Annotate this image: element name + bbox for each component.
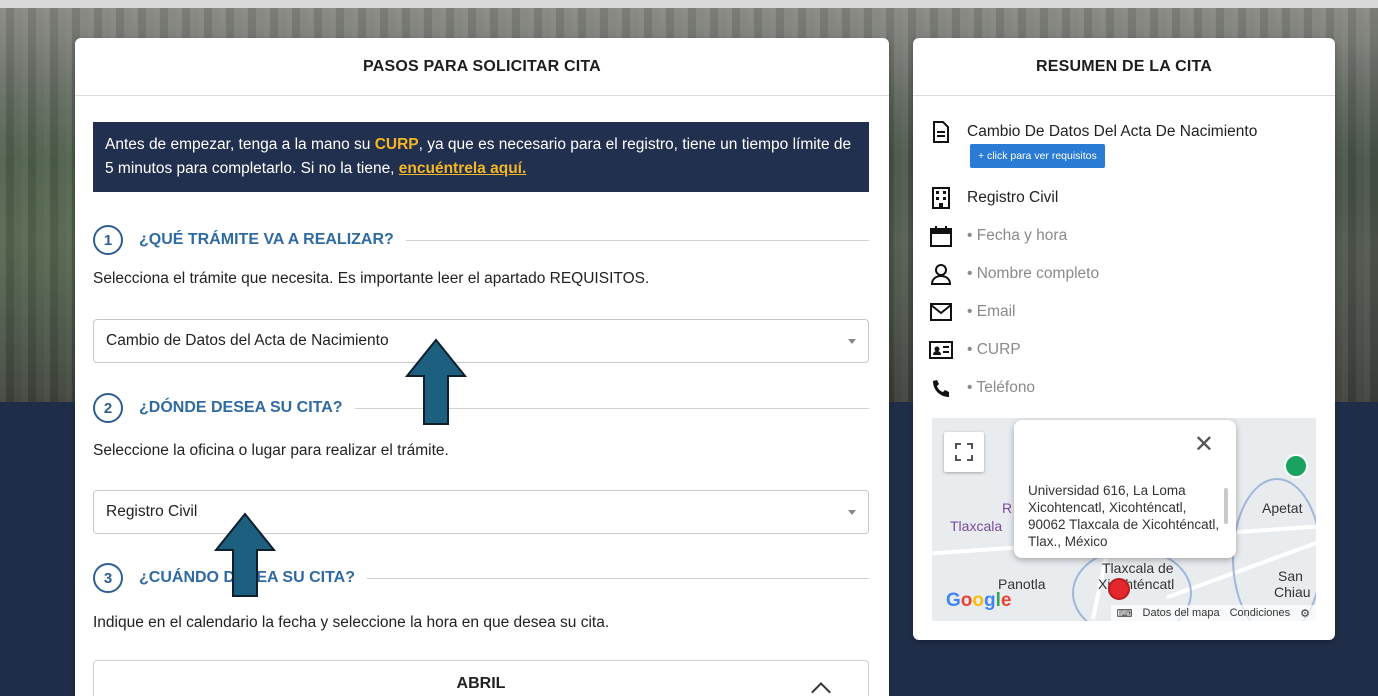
summary-office-text: Registro Civil: [967, 189, 1059, 206]
map-terms-link[interactable]: Condiciones: [1230, 607, 1291, 619]
summary-procedure: Cambio De Datos Del Acta De Nacimiento: [929, 120, 1257, 144]
envelope-icon: [929, 300, 953, 324]
calendar-header: ABRIL: [93, 660, 869, 696]
phone-icon: [929, 376, 953, 400]
map-data-link[interactable]: Datos del mapa: [1143, 607, 1220, 619]
summary-phone-text: • Teléfono: [967, 379, 1036, 396]
summary-procedure-text: Cambio De Datos Del Acta De Nacimiento: [967, 123, 1258, 140]
calendar-prev-icon[interactable]: [811, 682, 831, 696]
step-3-divider: [367, 577, 869, 579]
map-label: Tlaxcala: [950, 518, 1003, 534]
summary-card-title: RESUMEN DE LA CITA: [913, 38, 1335, 96]
notice-prefix: Antes de empezar, tenga a la mano su: [105, 136, 375, 153]
google-logo: Google: [946, 590, 1012, 611]
step-3-number: 3: [93, 563, 123, 593]
close-icon[interactable]: ✕: [1194, 433, 1214, 457]
step-2-description: Seleccione la oficina o lugar para reali…: [93, 442, 449, 459]
summary-date: • Fecha y hora: [929, 224, 1067, 248]
chevron-down-icon: [848, 509, 856, 515]
step-1-divider: [405, 239, 869, 241]
map-label: Apetat: [1262, 500, 1303, 516]
calendar-icon: [929, 224, 953, 248]
step-3-description: Indique en el calendario la fecha y sele…: [93, 614, 610, 631]
step-1-description: Selecciona el trámite que necesita. Es i…: [93, 270, 650, 287]
calendar-month: ABRIL: [456, 675, 506, 692]
summary-name: • Nombre completo: [929, 262, 1099, 286]
summary-card: RESUMEN DE LA CITA Cambio De Datos Del A…: [913, 38, 1335, 640]
map-fullscreen-button[interactable]: [944, 432, 984, 472]
map-label: San: [1278, 568, 1303, 584]
step-2-title: ¿DÓNDE DESEA SU CITA?: [139, 399, 343, 416]
summary-name-text: • Nombre completo: [967, 265, 1100, 282]
building-icon: [929, 186, 953, 210]
map-label: R: [1002, 500, 1013, 516]
chevron-down-icon: [848, 338, 856, 344]
step-2-header: 2 ¿DÓNDE DESEA SU CITA?: [93, 393, 869, 423]
summary-email-text: • Email: [967, 303, 1016, 320]
fullscreen-icon: [955, 443, 973, 461]
id-card-icon: [929, 338, 953, 362]
summary-office: Registro Civil: [929, 186, 1058, 210]
step-3-header: 3 ¿CUÁNDO DESEA SU CITA?: [93, 563, 869, 593]
summary-curp: • CURP: [929, 338, 1021, 362]
map-poi-icon[interactable]: [1284, 454, 1308, 478]
steps-card: PASOS PARA SOLICITAR CITA Antes de empez…: [75, 38, 889, 696]
keyboard-icon[interactable]: ⌨: [1117, 607, 1133, 620]
step-1-header: 1 ¿QUÉ TRÁMITE VA A REALIZAR?: [93, 225, 869, 255]
user-icon: [929, 262, 953, 286]
summary-date-text: • Fecha y hora: [967, 227, 1068, 244]
curp-notice: Antes de empezar, tenga a la mano su CUR…: [93, 122, 869, 192]
summary-email: • Email: [929, 300, 1016, 324]
steps-card-title: PASOS PARA SOLICITAR CITA: [75, 38, 889, 96]
step-1-number: 1: [93, 225, 123, 255]
annotation-arrow-up-icon: [405, 338, 467, 426]
step-2-number: 2: [93, 393, 123, 423]
office-select[interactable]: Registro Civil: [93, 490, 869, 534]
office-select-value: Registro Civil: [106, 503, 198, 520]
requirements-button[interactable]: + click para ver requisitos: [970, 144, 1105, 168]
location-map[interactable]: Tlaxcala R Apetat Panotla Tlaxcala de Xi…: [932, 418, 1316, 621]
procedure-select[interactable]: Cambio de Datos del Acta de Nacimiento: [93, 319, 869, 363]
map-info-popup: ✕ Universidad 616, La Loma Xicohtencatl,…: [1014, 420, 1236, 558]
map-label: Tlaxcala de: [1102, 560, 1174, 576]
curp-lookup-link[interactable]: encuéntrela aquí.: [399, 160, 526, 177]
popup-scrollbar[interactable]: [1224, 488, 1228, 524]
summary-curp-text: • CURP: [967, 341, 1021, 358]
gear-icon[interactable]: ⚙: [1300, 607, 1310, 620]
map-label: Chiau: [1274, 584, 1311, 600]
document-icon: [929, 120, 953, 144]
map-marker-icon[interactable]: [1108, 578, 1130, 600]
procedure-select-value: Cambio de Datos del Acta de Nacimiento: [106, 332, 389, 349]
step-1-title: ¿QUÉ TRÁMITE VA A REALIZAR?: [139, 231, 394, 248]
map-footer: ⌨ Datos del mapa Condiciones ⚙: [1110, 605, 1316, 621]
top-strip: [0, 0, 1378, 8]
notice-curp: CURP: [374, 136, 419, 153]
summary-phone: • Teléfono: [929, 376, 1035, 400]
annotation-arrow-up-icon: [214, 512, 276, 598]
map-popup-address: Universidad 616, La Loma Xicohtencatl, X…: [1028, 483, 1220, 549]
